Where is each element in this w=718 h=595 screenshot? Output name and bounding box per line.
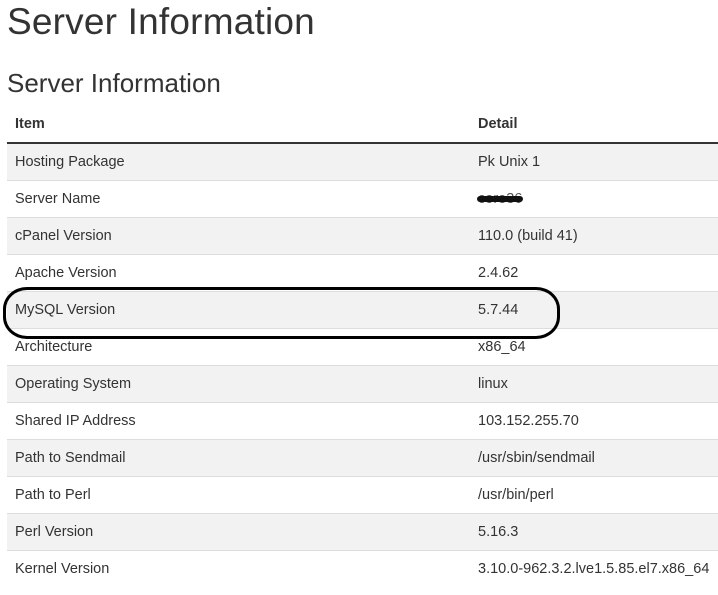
row-item-label: MySQL Version <box>7 291 470 329</box>
row-item-label: Hosting Package <box>7 142 470 181</box>
row-detail-value: 2.4.62 <box>470 254 718 292</box>
row-detail-value: /usr/sbin/sendmail <box>470 439 718 477</box>
table-row-perl-version: Perl Version 5.16.3 <box>7 513 718 551</box>
row-detail-value: Pk Unix 1 <box>470 142 718 181</box>
table-row-shared-ip-address: Shared IP Address 103.152.255.70 <box>7 402 718 440</box>
page-title: Server Information <box>7 1 315 42</box>
table-row-path-to-perl: Path to Perl /usr/bin/perl <box>7 476 718 514</box>
redacted-value: core36 <box>477 191 523 207</box>
row-detail-value: x86_64 <box>470 328 718 366</box>
server-info-table: Item Detail Hosting Package Pk Unix 1 Se… <box>7 106 718 587</box>
row-detail-value: 110.0 (build 41) <box>470 217 718 255</box>
row-detail-value: 3.10.0-962.3.2.lve1.5.85.el7.x86_64 <box>470 550 718 587</box>
table-row-apache-version: Apache Version 2.4.62 <box>7 254 718 292</box>
row-detail-value: core36 <box>470 180 718 218</box>
row-item-label: Apache Version <box>7 254 470 292</box>
table-row-cpanel-version: cPanel Version 110.0 (build 41) <box>7 217 718 255</box>
column-header-detail: Detail <box>470 106 718 144</box>
row-item-label: Shared IP Address <box>7 402 470 440</box>
row-item-label: Path to Sendmail <box>7 439 470 477</box>
redaction-scribble <box>477 196 523 202</box>
row-detail-value: 5.16.3 <box>470 513 718 551</box>
row-item-label: Kernel Version <box>7 550 470 587</box>
row-item-label: Architecture <box>7 328 470 366</box>
row-detail-value: /usr/bin/perl <box>470 476 718 514</box>
row-item-label: Path to Perl <box>7 476 470 514</box>
table-row-path-to-sendmail: Path to Sendmail /usr/sbin/sendmail <box>7 439 718 477</box>
table-row-kernel-version: Kernel Version 3.10.0-962.3.2.lve1.5.85.… <box>7 550 718 587</box>
column-header-item: Item <box>7 106 470 144</box>
row-detail-value: 103.152.255.70 <box>470 402 718 440</box>
table-row-mysql-version: MySQL Version 5.7.44 <box>7 291 718 329</box>
row-detail-value: 5.7.44 <box>470 291 718 329</box>
table-row-hosting-package: Hosting Package Pk Unix 1 <box>7 142 718 181</box>
table-row-server-name: Server Name core36 <box>7 180 718 218</box>
row-item-label: cPanel Version <box>7 217 470 255</box>
section-title: Server Information <box>7 68 221 98</box>
row-item-label: Perl Version <box>7 513 470 551</box>
table-header-row: Item Detail <box>7 106 718 144</box>
server-information-page: Server Information Server Information It… <box>0 0 718 595</box>
table-row-operating-system: Operating System linux <box>7 365 718 403</box>
row-item-label: Server Name <box>7 180 470 218</box>
row-item-label: Operating System <box>7 365 470 403</box>
row-detail-value: linux <box>470 365 718 403</box>
table-row-architecture: Architecture x86_64 <box>7 328 718 366</box>
